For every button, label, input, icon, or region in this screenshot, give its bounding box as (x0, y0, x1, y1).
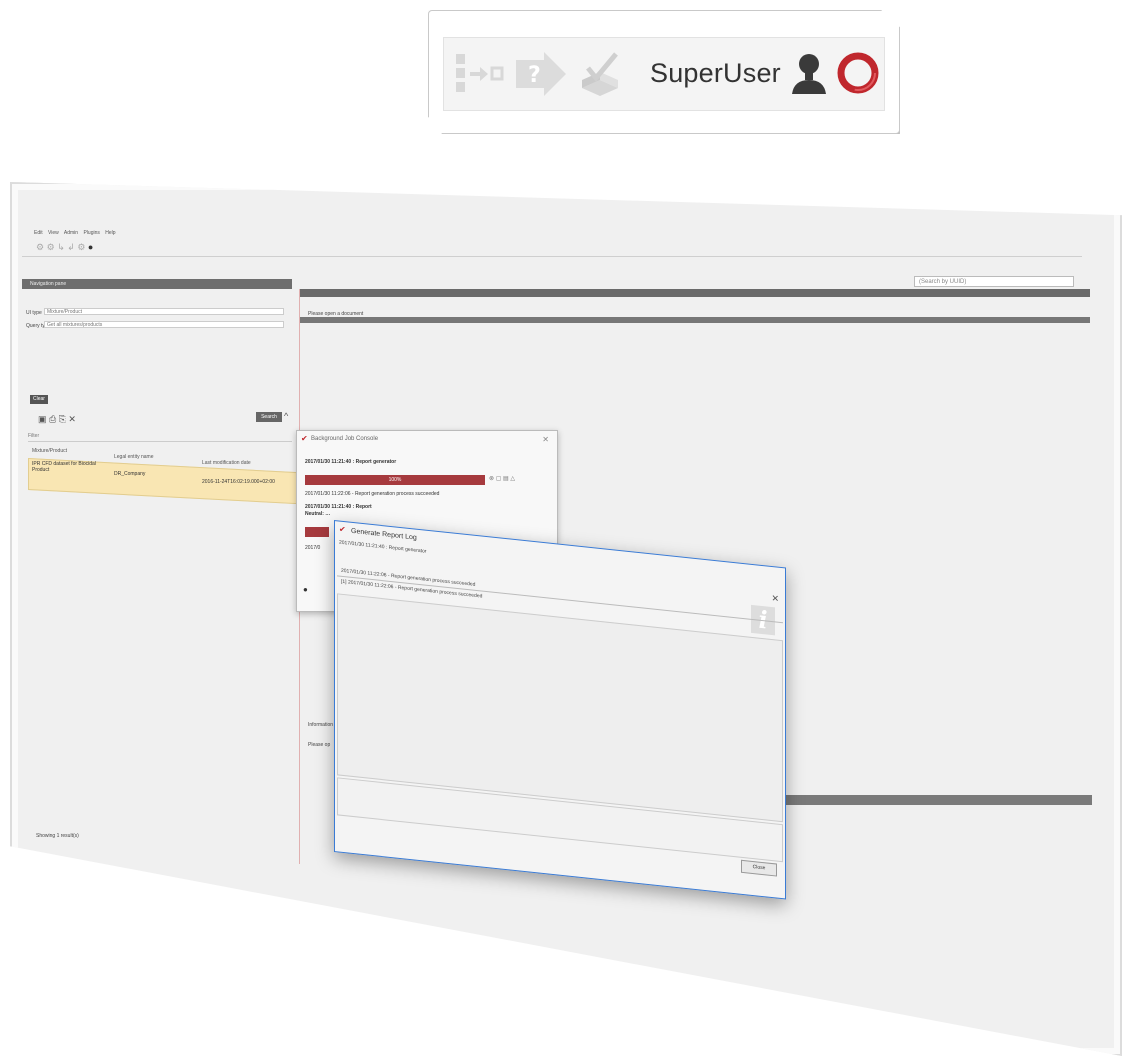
toolbar-icon[interactable]: ↳ (57, 242, 65, 252)
job2-message: 2017/0 (305, 545, 321, 551)
grl-title: Generate Report Log (351, 527, 417, 542)
toolbar-zoom-callout: ? SuperUser (428, 10, 900, 134)
toolbar-icon[interactable]: ↲ (67, 242, 75, 252)
navigation-pane-title: Navigation pane (30, 281, 67, 287)
validate-stamp-icon[interactable] (578, 50, 622, 98)
menu-help[interactable]: Help (105, 230, 115, 236)
toolbar-icon[interactable]: ⚙ (77, 242, 85, 252)
uuid-search-input[interactable]: (Search by UUID) (914, 276, 1074, 287)
job2-subtitle: Neutral: … (305, 511, 331, 517)
application-window: Edit View Admin Plugins Help ⚙ ⚙ ↳ ↲ ⚙ ●… (22, 190, 1112, 1050)
information-label: Information (308, 722, 334, 728)
job2-progress-bar (305, 527, 329, 537)
generate-report-log-dialog: ✔ Generate Report Log 2017/01/30 11:21:4… (334, 520, 786, 900)
toolbar-icon[interactable]: ⚙ (36, 242, 44, 252)
app-logo-icon: ✔ (339, 524, 346, 535)
grl-subtitle: 2017/01/30 11:21:40 : Report generator (339, 539, 427, 555)
document-tab-bar (300, 317, 1090, 323)
menu-plugins[interactable]: Plugins (83, 230, 99, 236)
job1-progress-bar: 100% (305, 475, 485, 485)
job1-title: 2017/01/30 11:21:40 : Report generator (305, 459, 397, 465)
user-silhouette-icon[interactable] (790, 52, 828, 96)
result-count: Showing 1 result(s) (36, 833, 79, 839)
navigation-pane-body (22, 289, 300, 864)
layout-switch-icon[interactable] (454, 52, 504, 96)
menu-view[interactable]: View (48, 230, 59, 236)
job1-action-icons[interactable]: ⊗ ▢ ▤ △ (489, 475, 515, 482)
help-arrow-icon[interactable]: ? (514, 52, 570, 96)
close-icon[interactable]: ✕ (542, 435, 549, 444)
help-icon[interactable]: ● (303, 585, 308, 594)
document-pane-header (300, 289, 1090, 297)
toolbar: ⚙ ⚙ ↳ ↲ ⚙ ● (36, 242, 93, 253)
job2-title: 2017/01/30 11:21:40 : Report (305, 504, 372, 510)
job1-progress-label: 100% (388, 477, 402, 483)
information-message: Please op (308, 742, 331, 748)
toolbar-divider (22, 256, 1082, 257)
toolbar-icon[interactable]: ⚙ (47, 242, 55, 252)
app-logo-icon: ✔ (301, 434, 308, 443)
logout-ring-icon[interactable] (836, 50, 880, 96)
close-icon[interactable]: ✕ (771, 593, 779, 605)
menu-bar: Edit View Admin Plugins Help (34, 230, 120, 236)
help-icon[interactable]: ● (88, 242, 93, 252)
close-button[interactable]: Close (741, 859, 777, 877)
menu-edit[interactable]: Edit (34, 230, 43, 236)
svg-text:?: ? (528, 63, 541, 88)
job1-message: 2017/01/30 11:22:06 - Report generation … (305, 491, 440, 497)
toolbar-zoom-strip: ? SuperUser (443, 37, 885, 111)
bjc-title: Background Job Console (311, 436, 379, 442)
information-pane-header (782, 795, 1092, 805)
current-user-label: SuperUser (650, 58, 781, 88)
navigation-pane-header: Navigation pane (22, 279, 292, 289)
menu-admin[interactable]: Admin (64, 230, 78, 236)
